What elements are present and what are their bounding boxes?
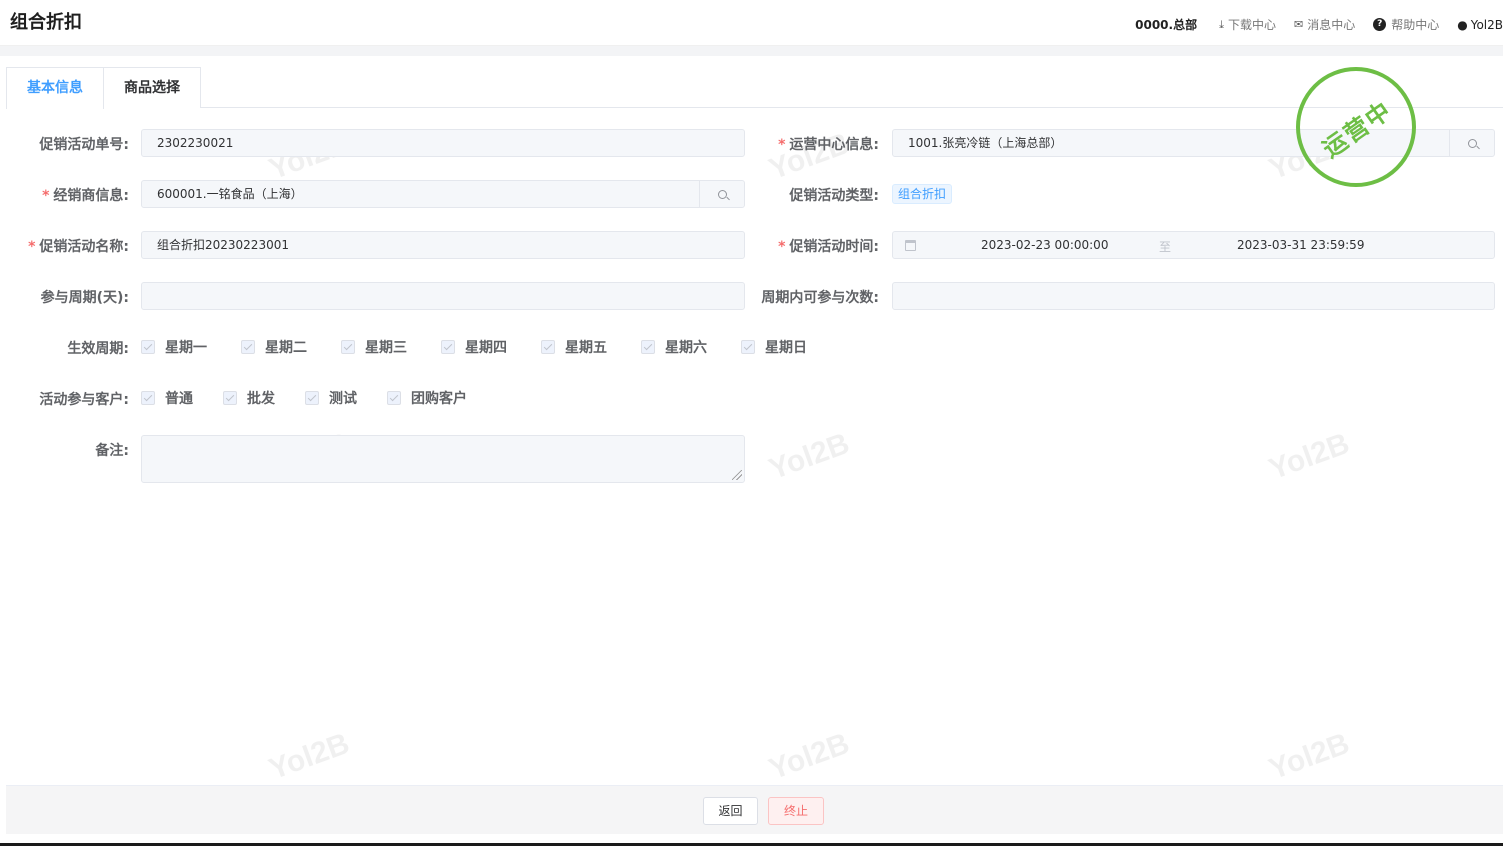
customer-type-checkbox[interactable]: 普通 (141, 388, 193, 408)
end-date[interactable]: 2023-03-31 23:59:59 (1237, 238, 1364, 252)
download-center-label: 下载中心 (1227, 18, 1276, 32)
user-icon: ● (1457, 17, 1468, 32)
cycle-times-field[interactable] (892, 282, 1495, 310)
checkbox-icon (241, 340, 255, 354)
cycle-times-label: 周期内可参与次数: (761, 290, 879, 306)
customer-type-checkbox[interactable]: 批发 (223, 388, 275, 408)
weekday-checkbox[interactable]: 星期三 (341, 337, 407, 357)
footer-actions: 返回 终止 (6, 785, 1503, 834)
remark-textarea[interactable] (141, 435, 745, 483)
checkbox-icon (441, 340, 455, 354)
top-bar: 组合折扣 0000.总部 ⤓ 下载中心 ✉ 消息中心 ? 帮助中心 ● Yol2… (0, 0, 1503, 46)
cycle-days-field[interactable] (141, 282, 745, 310)
required-mark: * (28, 239, 36, 255)
help-icon: ? (1373, 18, 1387, 31)
range-separator: 至 (1159, 240, 1172, 254)
weekday-checkbox[interactable]: 星期五 (541, 337, 607, 357)
user-name: Yol2B (1470, 17, 1503, 32)
download-center-link[interactable]: ⤓ 下载中心 (1219, 16, 1276, 33)
weekday-checkbox[interactable]: 星期日 (741, 337, 807, 357)
help-center-link[interactable]: ? 帮助中心 (1373, 16, 1439, 33)
remark-label: 备注: (95, 443, 129, 459)
activity-type-tag: 组合折扣 (892, 184, 953, 204)
user-menu[interactable]: ● Yol2B (1457, 18, 1503, 32)
activity-name-field[interactable]: 组合折扣20230223001 (141, 231, 745, 259)
checkbox-icon (641, 340, 655, 354)
customers-group: 普通 批发 测试 团购客户 (141, 388, 497, 408)
ops-center-label: * 运营中心信息: (778, 137, 879, 153)
header-divider (0, 46, 1503, 56)
customer-type-checkbox[interactable]: 测试 (305, 388, 357, 408)
activity-time-range[interactable]: 2023-02-23 00:00:00 至 2023-03-31 23:59:5… (892, 231, 1495, 259)
checkbox-icon (141, 340, 155, 354)
customer-type-checkbox[interactable]: 团购客户 (387, 388, 467, 408)
ops-center-value: 1001.张亮冷链（上海总部） (908, 136, 1063, 150)
order-no-label: 促销活动单号: (39, 137, 129, 153)
status-stamp-text: 运营中 (1317, 95, 1398, 163)
help-center-label: 帮助中心 (1391, 18, 1440, 32)
weekday-checkbox[interactable]: 星期二 (241, 337, 307, 357)
checkbox-icon (541, 340, 555, 354)
tab-basic-info[interactable]: 基本信息 (6, 67, 104, 109)
distributor-search-button[interactable] (699, 181, 744, 207)
activity-type-label: 促销活动类型: (789, 188, 879, 204)
search-icon (1467, 138, 1477, 148)
ops-center-search-button[interactable] (1449, 130, 1494, 156)
distributor-field[interactable]: 600001.一铭食品（上海） (141, 180, 745, 208)
customers-label: 活动参与客户: (39, 392, 129, 408)
message-center-link[interactable]: ✉ 消息中心 (1294, 16, 1355, 33)
order-no-field[interactable]: 2302230021 (141, 129, 745, 157)
checkbox-icon (141, 391, 155, 405)
calendar-icon (905, 240, 916, 251)
checkbox-icon (305, 391, 319, 405)
weekday-checkbox[interactable]: 星期六 (641, 337, 707, 357)
terminate-button[interactable]: 终止 (768, 797, 824, 825)
weekday-checkbox[interactable]: 星期四 (441, 337, 507, 357)
page-title: 组合折扣 (10, 12, 82, 33)
org-name[interactable]: 0000.总部 (1135, 16, 1197, 33)
required-mark: * (778, 137, 786, 153)
download-icon: ⤓ (1219, 17, 1224, 31)
top-nav: 0000.总部 ⤓ 下载中心 ✉ 消息中心 ? 帮助中心 ● Yol2B (1135, 16, 1503, 33)
checkbox-icon (387, 391, 401, 405)
status-stamp: 运营中 (1296, 67, 1416, 187)
checkbox-icon (741, 340, 755, 354)
mail-icon: ✉ (1293, 18, 1304, 31)
tab-bar: 基本信息 商品选择 (6, 67, 1503, 109)
cycle-days-label: 参与周期(天): (40, 290, 129, 306)
start-date[interactable]: 2023-02-23 00:00:00 (981, 238, 1108, 252)
checkbox-icon (341, 340, 355, 354)
distributor-label: * 经销商信息: (42, 188, 129, 204)
resize-handle-icon[interactable] (732, 470, 742, 480)
effective-days-label: 生效周期: (67, 341, 129, 357)
required-mark: * (42, 188, 50, 204)
checkbox-icon (223, 391, 237, 405)
message-center-label: 消息中心 (1307, 18, 1356, 32)
back-button[interactable]: 返回 (703, 797, 758, 825)
distributor-value: 600001.一铭食品（上海） (157, 187, 303, 201)
activity-time-label: * 促销活动时间: (778, 239, 879, 255)
activity-name-label: * 促销活动名称: (28, 239, 129, 255)
tab-product-selection[interactable]: 商品选择 (103, 67, 201, 108)
search-icon (717, 189, 727, 199)
weekday-checkbox[interactable]: 星期一 (141, 337, 207, 357)
effective-days-group: 星期一 星期二 星期三 星期四 星期五 星期六 星期日 (141, 337, 807, 357)
required-mark: * (778, 239, 786, 255)
